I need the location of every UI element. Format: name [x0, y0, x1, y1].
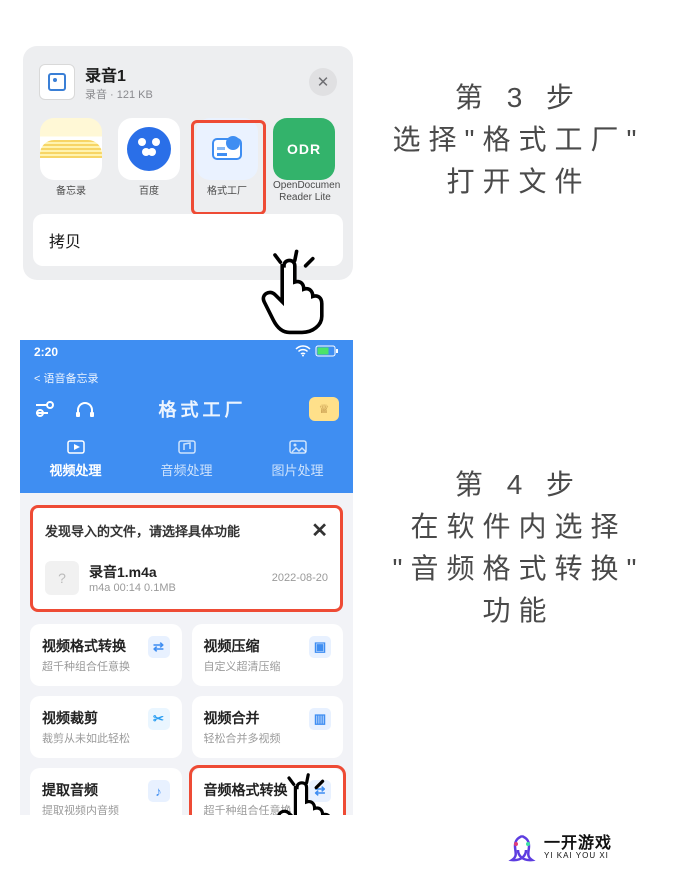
file-subtitle: 录音 · 121 KB — [85, 86, 299, 102]
memo-icon — [40, 118, 102, 180]
fn-extract-audio[interactable]: 提取音频提取视频内音频 ♪ — [30, 768, 182, 815]
import-file-name: 录音1.m4a — [89, 562, 176, 582]
app-item-baidu[interactable]: 百度 — [117, 118, 181, 204]
back-button[interactable]: < 语音备忘录 — [20, 364, 353, 386]
app-item-odr[interactable]: ODR OpenDocumen Reader Lite — [273, 118, 337, 204]
audio-icon — [177, 438, 197, 456]
app-item-gsgc[interactable]: 格式工厂 — [195, 118, 259, 204]
merge-icon: ▥ — [309, 708, 331, 730]
fn-title: 视频压缩 — [204, 636, 302, 656]
fn-sub: 超千种组合任意换 — [204, 802, 302, 815]
import-panel: 发现导入的文件，请选择具体功能 ✕ ? 录音1.m4a m4a 00:14 0.… — [30, 505, 343, 612]
status-bar: 2:20 — [20, 340, 353, 364]
image-icon — [288, 438, 308, 456]
copy-label: 拷贝 — [49, 228, 81, 252]
fn-title: 视频格式转换 — [42, 636, 140, 656]
step4-line3: "音频格式转换" — [363, 548, 674, 590]
scissors-icon: ✂ — [148, 708, 170, 730]
convert-icon: ⇄ — [309, 780, 331, 802]
app-label: 格式工厂 — [195, 186, 259, 198]
step3-line2: 选择"格式工厂" — [363, 119, 674, 161]
fn-sub: 轻松合并多视频 — [204, 730, 302, 746]
step4-caption: 第 4 步 在软件内选择 "音频格式转换" 功能 — [353, 464, 684, 632]
file-thumbnail — [39, 64, 75, 100]
app-title: 格式工厂 — [114, 396, 291, 422]
app-item-memo[interactable]: 备忘录 — [39, 118, 103, 204]
settings-icon[interactable] — [34, 400, 56, 418]
watermark-icon — [508, 834, 536, 862]
app-label: 备忘录 — [39, 186, 103, 198]
app-header: < 语音备忘录 格式工厂 ♕ 视频处理 音频处理 图片处理 — [20, 364, 353, 493]
tab-image[interactable]: 图片处理 — [242, 438, 353, 479]
status-time: 2:20 — [34, 345, 58, 359]
fn-audio-convert[interactable]: 音频格式转换超千种组合任意换 ⇄ — [192, 768, 344, 815]
phone-screen: 2:20 < 语音备忘录 格式工厂 ♕ 视频处理 音频处理 图片处理 — [20, 340, 353, 815]
tab-label: 音频处理 — [160, 463, 212, 478]
share-sheet: 录音1 录音 · 121 KB ✕ 备忘录 百度 格式工厂 — [23, 46, 353, 280]
fn-sub: 自定义超清压缩 — [204, 658, 302, 674]
convert-icon: ⇄ — [148, 636, 170, 658]
fn-title: 视频裁剪 — [42, 708, 140, 728]
crown-icon: ♕ — [319, 402, 330, 416]
fn-video-compress[interactable]: 视频压缩自定义超清压缩 ▣ — [192, 624, 344, 686]
function-grid: 视频格式转换超千种组合任意换 ⇄ 视频压缩自定义超清压缩 ▣ 视频裁剪裁剪从未如… — [20, 624, 353, 815]
import-file-meta: m4a 00:14 0.1MB — [89, 582, 176, 594]
baidu-icon — [118, 118, 180, 180]
fn-sub: 裁剪从未如此轻松 — [42, 730, 140, 746]
tab-label: 视频处理 — [49, 463, 101, 478]
odr-icon: ODR — [273, 118, 335, 180]
close-icon: ✕ — [317, 73, 330, 91]
format-factory-icon — [196, 118, 258, 180]
video-icon — [66, 438, 86, 456]
fn-title: 视频合并 — [204, 708, 302, 728]
music-icon: ♪ — [148, 780, 170, 802]
tab-video[interactable]: 视频处理 — [20, 438, 131, 479]
close-button[interactable]: ✕ — [309, 68, 337, 96]
top-tabs: 视频处理 音频处理 图片处理 — [20, 438, 353, 493]
watermark-sub: YI KAI YOU XI — [544, 852, 612, 860]
file-title: 录音1 — [85, 62, 299, 86]
close-import-button[interactable]: ✕ — [311, 518, 328, 543]
compress-icon: ▣ — [309, 636, 331, 658]
step4-line1: 第 4 步 — [363, 464, 674, 506]
tab-label: 图片处理 — [271, 463, 323, 478]
fn-title: 音频格式转换 — [204, 780, 302, 800]
step4-line2: 在软件内选择 — [363, 506, 674, 548]
headphones-icon[interactable] — [74, 400, 96, 418]
fn-video-crop[interactable]: 视频裁剪裁剪从未如此轻松 ✂ — [30, 696, 182, 758]
import-file-date: 2022-08-20 — [272, 572, 328, 584]
copy-action[interactable]: 拷贝 — [33, 214, 343, 266]
fn-video-merge[interactable]: 视频合并轻松合并多视频 ▥ — [192, 696, 344, 758]
app-label: OpenDocumen Reader Lite — [273, 180, 337, 204]
watermark: 一开游戏 YI KAI YOU XI — [508, 834, 612, 862]
wifi-icon — [295, 345, 311, 360]
watermark-title: 一开游戏 — [544, 836, 612, 852]
import-header-text: 发现导入的文件，请选择具体功能 — [45, 521, 311, 540]
fn-sub: 超千种组合任意换 — [42, 658, 140, 674]
app-label: 百度 — [117, 186, 181, 198]
share-apps-row: 备忘录 百度 格式工厂 ODR OpenDocumen Reader Lite — [33, 116, 343, 214]
fn-sub: 提取视频内音频 — [42, 802, 140, 815]
tab-audio[interactable]: 音频处理 — [131, 438, 242, 479]
step4-line4: 功能 — [363, 590, 674, 632]
step3-caption: 第 3 步 选择"格式工厂" 打开文件 — [353, 77, 684, 203]
step3-line3: 打开文件 — [363, 161, 674, 203]
battery-icon — [315, 345, 339, 360]
step3-line1: 第 3 步 — [363, 77, 674, 119]
file-type-icon: ? — [45, 561, 79, 595]
premium-badge[interactable]: ♕ — [309, 397, 339, 421]
file-header: 录音1 录音 · 121 KB ✕ — [33, 58, 343, 116]
fn-video-convert[interactable]: 视频格式转换超千种组合任意换 ⇄ — [30, 624, 182, 686]
fn-title: 提取音频 — [42, 780, 140, 800]
import-file-row[interactable]: ? 录音1.m4a m4a 00:14 0.1MB 2022-08-20 — [33, 553, 340, 609]
